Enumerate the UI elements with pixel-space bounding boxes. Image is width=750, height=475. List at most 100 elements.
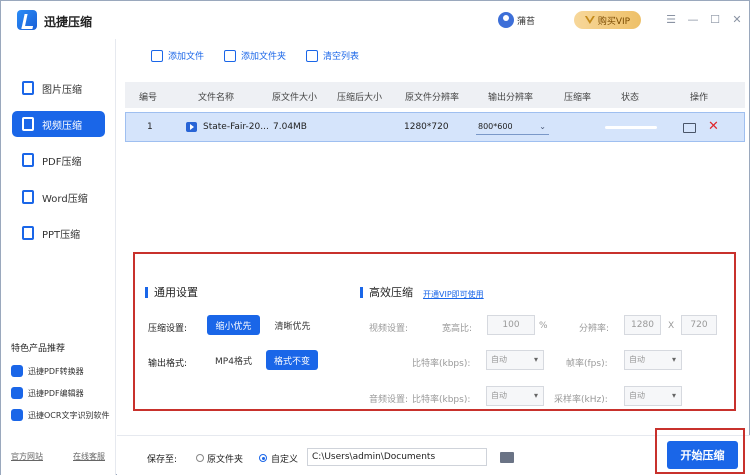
col-name: 文件名称	[198, 93, 235, 103]
mp4-format-option[interactable]: MP4格式	[207, 350, 260, 370]
sidebar-item-word[interactable]: Word压缩	[12, 184, 105, 210]
sidebar-item-pdf[interactable]: PDF压缩	[12, 147, 105, 173]
aspect-ratio-unit: %	[539, 321, 548, 331]
chevron-down-icon: ▾	[533, 391, 538, 400]
row-resolution: 1280*720	[404, 122, 449, 132]
output-resolution-select[interactable]: 800*600 ⌄	[476, 119, 549, 135]
samplerate-value: 自动	[629, 391, 645, 400]
save-path-input[interactable]: C:\Users\admin\Documents	[307, 448, 487, 466]
browse-folder-icon[interactable]	[500, 452, 514, 463]
user-avatar-icon[interactable]	[498, 12, 514, 28]
buy-vip-label: 购买VIP	[597, 16, 631, 27]
samplerate-label: 采样率(kHz):	[554, 395, 608, 405]
chevron-down-icon: ▾	[533, 355, 538, 364]
add-folder-label: 添加文件夹	[241, 52, 287, 62]
pdf-icon	[22, 153, 34, 167]
menu-icon[interactable]: ☰	[665, 14, 677, 26]
output-format-label: 输出格式:	[148, 359, 188, 369]
start-compress-button[interactable]: 开始压缩	[667, 441, 738, 469]
audio-bitrate-value: 自动	[491, 391, 507, 400]
resolution-label: 分辨率:	[579, 324, 610, 334]
sidebar-item-image[interactable]: 图片压缩	[12, 75, 105, 101]
col-size: 原文件大小	[272, 93, 318, 103]
pdf-editor-icon	[11, 387, 23, 399]
promo-ocr[interactable]: 迅捷OCR文字识别软件	[11, 409, 109, 421]
framerate-value: 自动	[629, 355, 645, 364]
online-service-link[interactable]: 在线客服	[73, 451, 105, 462]
delete-icon[interactable]: ✕	[708, 119, 719, 134]
chevron-down-icon: ▾	[671, 391, 676, 400]
promo-title: 特色产品推荐	[11, 344, 66, 354]
sidebar-item-video[interactable]: 视频压缩	[12, 111, 105, 137]
app-title: 迅捷压缩	[44, 15, 93, 29]
compress-setting-label: 压缩设置:	[148, 324, 188, 334]
row-file-name: State-Fair-20...	[203, 122, 269, 132]
framerate-select[interactable]: 自动 ▾	[624, 350, 682, 370]
audio-bitrate-label: 比特率(kbps):	[412, 395, 471, 405]
settings-panel: 通用设置 高效压缩 开通VIP即可使用 压缩设置: 缩小优先 清晰优先 输出格式…	[133, 252, 736, 411]
app-logo-icon	[17, 10, 37, 30]
chevron-down-icon: ⌄	[539, 122, 546, 131]
clear-list-button[interactable]: 清空列表	[306, 49, 359, 62]
add-file-button[interactable]: 添加文件	[151, 49, 204, 62]
col-compressed: 压缩后大小	[337, 93, 383, 103]
promo-pdf-editor[interactable]: 迅捷PDF编辑器	[11, 387, 84, 399]
video-file-icon	[186, 122, 197, 132]
add-file-label: 添加文件	[168, 52, 205, 62]
buy-vip-button[interactable]: 购买VIP	[574, 11, 641, 29]
folder-icon[interactable]	[683, 123, 696, 133]
audio-bitrate-select[interactable]: 自动 ▾	[486, 386, 544, 406]
row-file-size: 7.04MB	[273, 122, 307, 132]
status-progress-bar	[605, 126, 657, 129]
promo-label: 迅捷OCR文字识别软件	[28, 410, 110, 420]
sidebar-item-label: PPT压缩	[42, 229, 81, 241]
col-resolution: 原文件分辨率	[405, 93, 460, 103]
size-priority-button[interactable]: 缩小优先	[207, 315, 260, 335]
video-bitrate-value: 自动	[491, 355, 507, 364]
keep-format-button[interactable]: 格式不变	[266, 350, 318, 370]
original-folder-label[interactable]: 原文件夹	[207, 452, 243, 465]
clarity-priority-button[interactable]: 清晰优先	[266, 315, 319, 335]
efficient-compress-title: 高效压缩	[360, 287, 413, 298]
table-row[interactable]: 1 State-Fair-20... 7.04MB 1280*720 800*6…	[125, 112, 745, 142]
sidebar: 图片压缩 视频压缩 PDF压缩 Word压缩 PPT压缩 特色产品推荐 迅捷PD…	[1, 39, 116, 475]
minimize-icon[interactable]: —	[687, 14, 699, 26]
close-icon[interactable]: ✕	[731, 14, 743, 26]
framerate-label: 帧率(fps):	[566, 359, 608, 369]
ppt-icon	[22, 226, 34, 240]
trash-icon	[306, 49, 319, 62]
user-name[interactable]: 蒲苔	[517, 14, 535, 27]
samplerate-select[interactable]: 自动 ▾	[624, 386, 682, 406]
sidebar-item-label: PDF压缩	[42, 156, 82, 168]
custom-folder-radio[interactable]	[259, 454, 267, 462]
title-bar: 迅捷压缩 蒲苔 购买VIP ☰ — ☐ ✕	[1, 1, 749, 39]
sidebar-item-label: 图片压缩	[42, 84, 82, 96]
general-settings-title: 通用设置	[145, 287, 198, 298]
official-site-link[interactable]: 官方网站	[11, 451, 43, 462]
pdf-converter-icon	[11, 365, 23, 377]
sidebar-item-label: 视频压缩	[42, 120, 82, 132]
resolution-height-input[interactable]: 720	[681, 315, 717, 335]
resolution-separator: X	[668, 321, 675, 331]
col-ratio: 压缩率	[564, 93, 592, 103]
promo-pdf-converter[interactable]: 迅捷PDF转换器	[11, 365, 84, 377]
col-index: 编号	[139, 93, 158, 103]
video-setting-label: 视频设置:	[369, 324, 409, 334]
col-output-res: 输出分辨率	[488, 93, 534, 103]
image-icon	[22, 81, 34, 95]
sidebar-item-label: Word压缩	[42, 193, 88, 205]
open-vip-link[interactable]: 开通VIP即可使用	[423, 289, 484, 300]
promo-label: 迅捷PDF转换器	[28, 366, 84, 376]
resolution-width-input[interactable]: 1280	[624, 315, 661, 335]
add-folder-button[interactable]: 添加文件夹	[224, 49, 286, 62]
chevron-down-icon: ▾	[671, 355, 676, 364]
video-bitrate-select[interactable]: 自动 ▾	[486, 350, 544, 370]
sidebar-item-ppt[interactable]: PPT压缩	[12, 220, 105, 246]
audio-setting-label: 音频设置:	[369, 395, 409, 405]
original-folder-radio[interactable]	[196, 454, 204, 462]
aspect-ratio-input[interactable]: 100	[487, 315, 535, 335]
col-actions: 操作	[690, 93, 709, 103]
custom-folder-label[interactable]: 自定义	[271, 452, 298, 465]
row-index: 1	[147, 122, 153, 132]
maximize-icon[interactable]: ☐	[709, 14, 721, 26]
